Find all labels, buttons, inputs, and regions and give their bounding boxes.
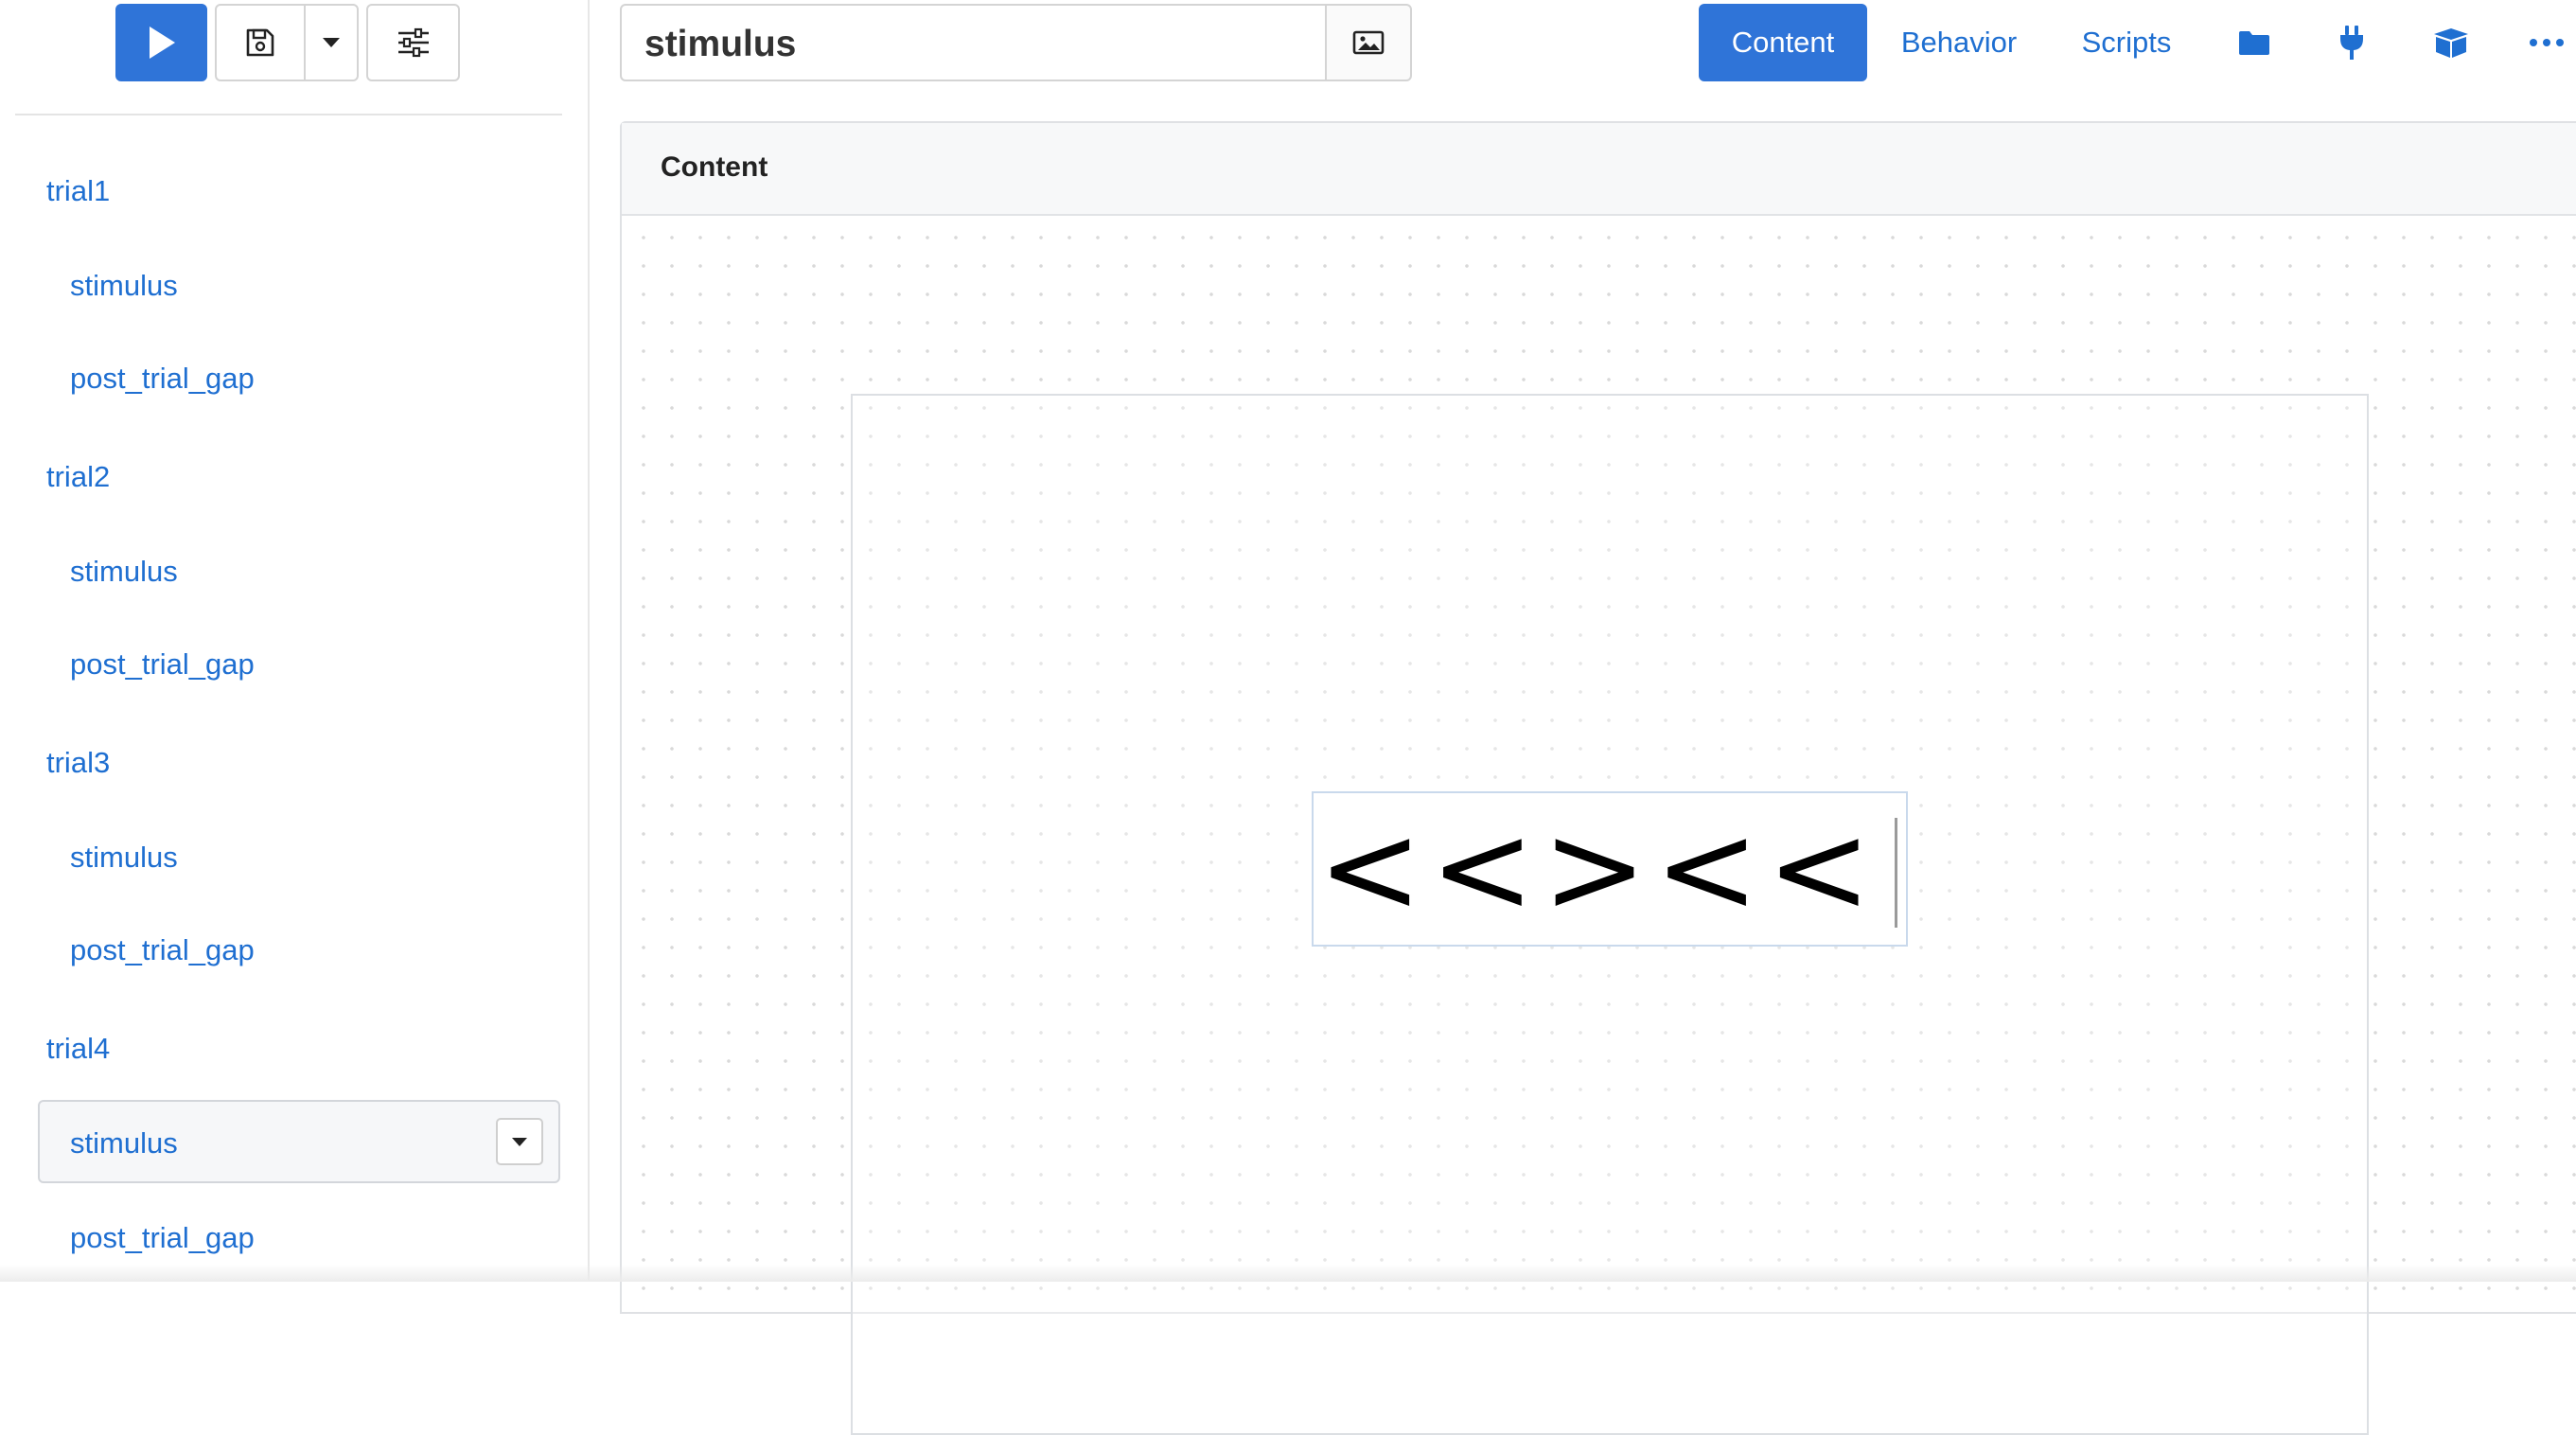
run-button[interactable] bbox=[115, 4, 207, 81]
tab-content[interactable]: Content bbox=[1699, 4, 1867, 81]
save-icon bbox=[246, 28, 274, 57]
component-name-input[interactable] bbox=[643, 19, 1290, 70]
bottom-edge bbox=[0, 1265, 2576, 1282]
files-tab[interactable] bbox=[2221, 4, 2287, 81]
more-icon bbox=[2530, 39, 2564, 46]
tree-item-trial3[interactable]: trial3 bbox=[46, 746, 110, 780]
text-cursor bbox=[1895, 818, 1897, 928]
tree-item-label: stimulus bbox=[70, 1126, 178, 1160]
play-icon bbox=[149, 27, 175, 59]
tree-item-stimulus-selected[interactable]: stimulus bbox=[38, 1100, 560, 1183]
content-canvas[interactable] bbox=[622, 216, 2576, 1435]
media-button[interactable] bbox=[1325, 4, 1412, 81]
export-tab[interactable] bbox=[2418, 4, 2484, 81]
sidebar: trial1 stimulus post_trial_gap trial2 st… bbox=[0, 0, 590, 1282]
tree-item-post-trial-gap[interactable]: post_trial_gap bbox=[70, 647, 255, 682]
more-options-tab[interactable] bbox=[2517, 4, 2576, 81]
save-dropdown-button[interactable] bbox=[304, 4, 359, 81]
tree-item-stimulus[interactable]: stimulus bbox=[70, 555, 178, 589]
tab-behavior[interactable]: Behavior bbox=[1883, 4, 2035, 81]
component-name-field[interactable] bbox=[620, 4, 1327, 81]
sliders-icon bbox=[397, 27, 429, 58]
plug-icon bbox=[2340, 26, 2363, 60]
content-panel-header: Content bbox=[622, 123, 2576, 216]
tree-item-trial4[interactable]: trial4 bbox=[46, 1032, 110, 1066]
box-icon bbox=[2434, 28, 2468, 58]
tree-item-trial1[interactable]: trial1 bbox=[46, 174, 110, 208]
content-panel: Content bbox=[620, 121, 2576, 1435]
tree-item-post-trial-gap[interactable]: post_trial_gap bbox=[70, 933, 255, 967]
toolbar-divider bbox=[15, 114, 562, 115]
tree-item-trial2[interactable]: trial2 bbox=[46, 460, 110, 494]
tree-item-stimulus[interactable]: stimulus bbox=[70, 841, 178, 875]
save-button[interactable] bbox=[215, 4, 306, 81]
image-icon bbox=[1352, 30, 1385, 55]
sidebar-toolbar bbox=[0, 0, 590, 115]
stimulus-text[interactable]: <<><< bbox=[1314, 793, 1883, 945]
caret-down-icon bbox=[323, 38, 340, 47]
content-panel-title: Content bbox=[661, 151, 768, 183]
plugins-tab[interactable] bbox=[2319, 4, 2385, 81]
tree-item-stimulus[interactable]: stimulus bbox=[70, 269, 178, 303]
settings-button[interactable] bbox=[366, 4, 460, 81]
item-options-dropdown[interactable] bbox=[496, 1118, 543, 1165]
tree-item-post-trial-gap[interactable]: post_trial_gap bbox=[70, 1221, 255, 1255]
folder-icon bbox=[2239, 31, 2269, 55]
tree-item-post-trial-gap[interactable]: post_trial_gap bbox=[70, 362, 255, 396]
tab-scripts[interactable]: Scripts bbox=[2063, 4, 2190, 81]
stimulus-text-box[interactable]: <<><< bbox=[1312, 791, 1908, 947]
caret-down-icon bbox=[512, 1137, 527, 1146]
